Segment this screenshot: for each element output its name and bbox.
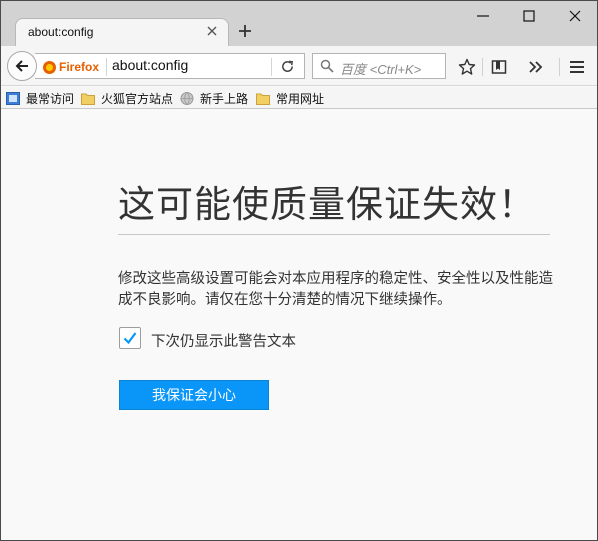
show-warning-checkbox[interactable] bbox=[119, 327, 141, 349]
maximize-icon[interactable] bbox=[522, 9, 536, 23]
toolbar-divider bbox=[559, 58, 560, 76]
url-bar[interactable]: Firefox about:config bbox=[35, 53, 305, 79]
identity-label: Firefox bbox=[59, 60, 100, 74]
folder-icon bbox=[256, 93, 270, 105]
toolbar-divider bbox=[482, 58, 483, 76]
back-arrow-icon bbox=[15, 60, 28, 72]
warning-title: 这可能使质量保证失效！ bbox=[118, 183, 536, 226]
identity-box[interactable]: Firefox bbox=[43, 58, 99, 76]
bookmark-item[interactable]: 新手上路 bbox=[180, 90, 248, 106]
search-input[interactable]: 百度 <Ctrl+K> bbox=[340, 59, 421, 78]
bookmarks-toolbar: 最常访问 火狐官方站点 新手上路 常用网址 bbox=[1, 87, 597, 109]
accept-risk-button[interactable]: 我保证会小心 bbox=[119, 380, 269, 410]
bookmark-item[interactable]: 常用网址 bbox=[256, 90, 324, 106]
bookmark-star-icon[interactable] bbox=[458, 58, 476, 76]
url-input[interactable]: about:config bbox=[112, 57, 188, 73]
globe-icon bbox=[180, 91, 194, 105]
checkmark-icon bbox=[123, 332, 137, 345]
close-window-icon[interactable] bbox=[568, 9, 582, 23]
bookmark-label: 最常访问 bbox=[26, 91, 75, 106]
hamburger-menu-icon[interactable] bbox=[568, 58, 586, 76]
checkbox-label[interactable]: 下次仍显示此警告文本 bbox=[151, 330, 296, 351]
tab-about-config[interactable]: about:config bbox=[15, 18, 229, 46]
search-bar[interactable]: 百度 <Ctrl+K> bbox=[312, 53, 446, 79]
bookmarks-menu-icon[interactable] bbox=[490, 58, 508, 76]
most-visited-icon bbox=[6, 91, 20, 105]
minimize-icon[interactable] bbox=[476, 9, 490, 23]
overflow-chevron-icon[interactable] bbox=[527, 58, 545, 76]
bookmark-label: 火狐官方站点 bbox=[101, 91, 174, 106]
bookmark-label: 常用网址 bbox=[276, 91, 325, 106]
urlbar-divider bbox=[271, 58, 272, 76]
folder-icon bbox=[81, 93, 95, 105]
close-tab-icon[interactable] bbox=[204, 23, 220, 39]
page-content: 这可能使质量保证失效！ 修改这些高级设置可能会对本应用程序的稳定性、安全性以及性… bbox=[1, 110, 597, 540]
tab-title: about:config bbox=[28, 25, 94, 39]
back-button[interactable] bbox=[7, 51, 37, 81]
search-icon bbox=[320, 59, 334, 73]
warning-message: 修改这些高级设置可能会对本应用程序的稳定性、安全性以及性能造成不良影响。请仅在您… bbox=[118, 271, 553, 308]
title-bar: about:config bbox=[1, 1, 597, 46]
reload-icon[interactable] bbox=[280, 59, 295, 74]
firefox-logo-icon bbox=[43, 60, 56, 74]
urlbar-divider bbox=[106, 58, 107, 76]
bookmark-item[interactable]: 火狐官方站点 bbox=[81, 90, 173, 106]
title-divider bbox=[118, 234, 550, 235]
navigation-bar: Firefox about:config 百度 <Ctrl+K> bbox=[1, 46, 597, 86]
bookmark-item[interactable]: 最常访问 bbox=[6, 90, 74, 106]
bookmark-label: 新手上路 bbox=[200, 91, 249, 106]
new-tab-plus-icon[interactable] bbox=[237, 23, 253, 39]
